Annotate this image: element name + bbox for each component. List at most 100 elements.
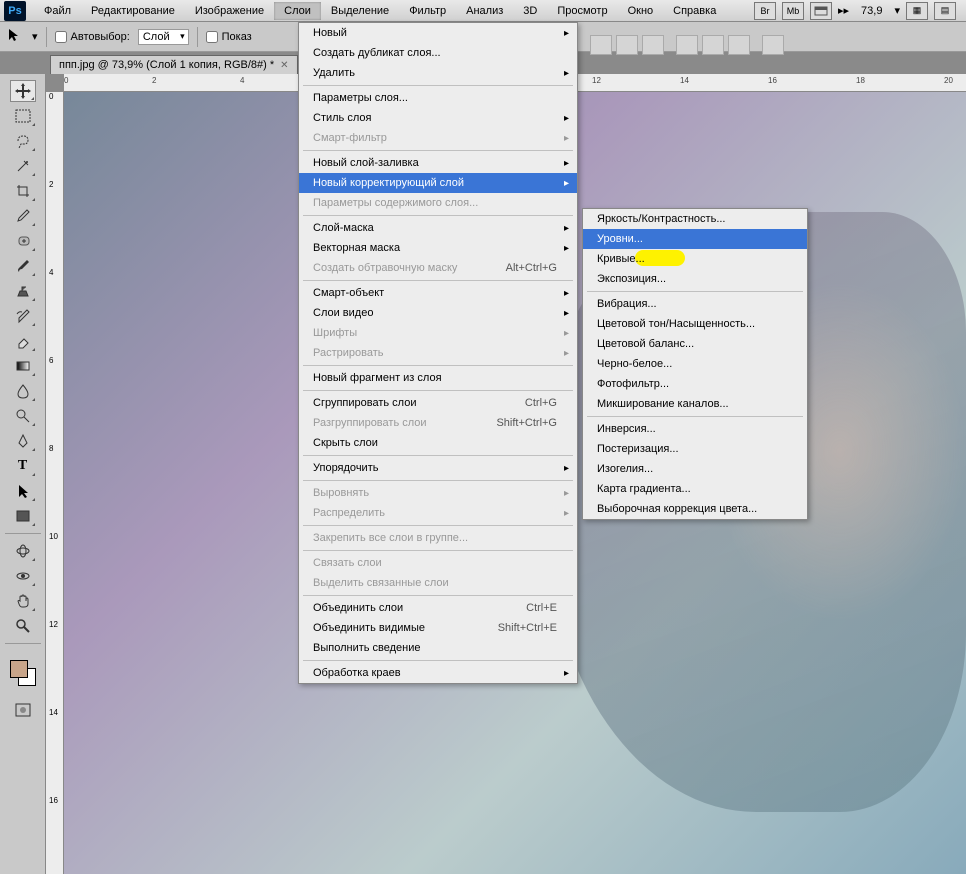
menu-separator xyxy=(303,480,573,481)
path-selection-tool[interactable] xyxy=(10,480,36,502)
marquee-tool[interactable] xyxy=(10,105,36,127)
hand-tool[interactable] xyxy=(10,590,36,612)
menu-item[interactable]: Смарт-объект xyxy=(299,283,577,303)
align-left-icon[interactable] xyxy=(676,35,698,55)
menu-item[interactable]: Цветовой тон/Насыщенность... xyxy=(583,314,807,334)
clone-stamp-tool[interactable] xyxy=(10,280,36,302)
br-button[interactable]: Br xyxy=(754,2,776,20)
menu-item[interactable]: Создать дубликат слоя... xyxy=(299,43,577,63)
type-tool[interactable]: T xyxy=(10,455,36,477)
menu-item-label: Создать дубликат слоя... xyxy=(313,47,441,59)
eraser-tool[interactable] xyxy=(10,330,36,352)
menu-окно[interactable]: Окно xyxy=(618,2,664,20)
shape-tool[interactable] xyxy=(10,505,36,527)
menu-item[interactable]: Упорядочить xyxy=(299,458,577,478)
show-checkbox[interactable]: Показ xyxy=(206,31,252,43)
menu-item[interactable]: Экспозиция... xyxy=(583,269,807,289)
menu-item[interactable]: Векторная маска xyxy=(299,238,577,258)
menu-item[interactable]: Объединить слоиCtrl+E xyxy=(299,598,577,618)
3d-camera-tool[interactable] xyxy=(10,565,36,587)
menu-item[interactable]: Цветовой баланс... xyxy=(583,334,807,354)
menu-редактирование[interactable]: Редактирование xyxy=(81,2,185,20)
gradient-tool[interactable] xyxy=(10,355,36,377)
screen-mode-button[interactable] xyxy=(810,2,832,20)
menu-3d[interactable]: 3D xyxy=(513,2,547,20)
menu-слои[interactable]: Слои xyxy=(274,2,321,20)
menu-separator xyxy=(303,85,573,86)
menu-item[interactable]: Слой-маска xyxy=(299,218,577,238)
eyedropper-tool[interactable] xyxy=(10,205,36,227)
menu-item[interactable]: Слои видео xyxy=(299,303,577,323)
todo-button[interactable]: ▤ xyxy=(934,2,956,20)
mb-button[interactable]: Mb xyxy=(782,2,804,20)
menu-фильтр[interactable]: Фильтр xyxy=(399,2,456,20)
menu-item[interactable]: Уровни... xyxy=(583,229,807,249)
menu-item[interactable]: Выборочная коррекция цвета... xyxy=(583,499,807,519)
menu-separator xyxy=(303,455,573,456)
zoom-value[interactable]: 73,9 xyxy=(855,5,888,17)
menu-item[interactable]: Новый фрагмент из слоя xyxy=(299,368,577,388)
menu-item[interactable]: Параметры слоя... xyxy=(299,88,577,108)
menu-просмотр[interactable]: Просмотр xyxy=(547,2,617,20)
menu-item[interactable]: Яркость/Контрастность... xyxy=(583,209,807,229)
menu-item[interactable]: Кривые... xyxy=(583,249,807,269)
menu-item[interactable]: Выполнить сведение xyxy=(299,638,577,658)
zoom-tool[interactable] xyxy=(10,615,36,637)
lasso-tool[interactable] xyxy=(10,130,36,152)
autoselect-target-select[interactable]: Слой xyxy=(138,29,189,45)
menu-item[interactable]: Постеризация... xyxy=(583,439,807,459)
menu-item[interactable]: Обработка краев xyxy=(299,663,577,683)
menu-анализ[interactable]: Анализ xyxy=(456,2,513,20)
menu-item-label: Изогелия... xyxy=(597,463,653,475)
menu-item[interactable]: Новый корректирующий слой xyxy=(299,173,577,193)
menu-item-label: Смарт-объект xyxy=(313,287,384,299)
menu-item[interactable]: Фотофильтр... xyxy=(583,374,807,394)
magic-wand-tool[interactable] xyxy=(10,155,36,177)
align-vcenter-icon[interactable] xyxy=(616,35,638,55)
quick-mask-tool[interactable] xyxy=(10,699,36,721)
blur-tool[interactable] xyxy=(10,380,36,402)
align-bottom-icon[interactable] xyxy=(642,35,664,55)
grid-button[interactable]: ▦ xyxy=(906,2,928,20)
3d-rotate-tool[interactable] xyxy=(10,540,36,562)
menu-item: Разгруппировать слоиShift+Ctrl+G xyxy=(299,413,577,433)
history-brush-tool[interactable] xyxy=(10,305,36,327)
crop-tool[interactable] xyxy=(10,180,36,202)
brush-tool[interactable] xyxy=(10,255,36,277)
menu-item[interactable]: Новый xyxy=(299,23,577,43)
menu-item[interactable]: Карта градиента... xyxy=(583,479,807,499)
menu-изображение[interactable]: Изображение xyxy=(185,2,274,20)
menu-item[interactable]: Новый слой-заливка xyxy=(299,153,577,173)
menu-item[interactable]: Вибрация... xyxy=(583,294,807,314)
document-tab[interactable]: ппп.jpg @ 73,9% (Слой 1 копия, RGB/8#) *… xyxy=(50,55,298,74)
autoselect-checkbox[interactable]: Автовыбор: xyxy=(55,31,130,43)
distribute-icon[interactable] xyxy=(762,35,784,55)
menu-выделение[interactable]: Выделение xyxy=(321,2,399,20)
close-icon[interactable]: ✕ xyxy=(280,60,288,71)
menu-item[interactable]: Стиль слоя xyxy=(299,108,577,128)
menu-файл[interactable]: Файл xyxy=(34,2,81,20)
chevron-down-icon[interactable]: ▾ xyxy=(894,4,900,17)
menu-item[interactable]: Сгруппировать слоиCtrl+G xyxy=(299,393,577,413)
menu-item[interactable]: Инверсия... xyxy=(583,419,807,439)
align-top-icon[interactable] xyxy=(590,35,612,55)
menu-item[interactable]: Изогелия... xyxy=(583,459,807,479)
menu-item[interactable]: Скрыть слои xyxy=(299,433,577,453)
foreground-color[interactable] xyxy=(10,660,28,678)
menu-item[interactable]: Удалить xyxy=(299,63,577,83)
dodge-tool[interactable] xyxy=(10,405,36,427)
menu-справка[interactable]: Справка xyxy=(663,2,726,20)
color-swatches[interactable] xyxy=(8,658,38,688)
menu-item[interactable]: Черно-белое... xyxy=(583,354,807,374)
pen-tool[interactable] xyxy=(10,430,36,452)
align-hcenter-icon[interactable] xyxy=(702,35,724,55)
menu-item[interactable]: Микширование каналов... xyxy=(583,394,807,414)
healing-brush-tool[interactable] xyxy=(10,230,36,252)
move-tool[interactable] xyxy=(10,80,36,102)
menu-item-label: Разгруппировать слои xyxy=(313,417,427,429)
dropdown-arrow[interactable]: ▾ xyxy=(32,30,38,43)
menu-item-label: Выборочная коррекция цвета... xyxy=(597,503,757,515)
menu-item[interactable]: Объединить видимыеShift+Ctrl+E xyxy=(299,618,577,638)
menu-item-label: Вибрация... xyxy=(597,298,657,310)
align-right-icon[interactable] xyxy=(728,35,750,55)
